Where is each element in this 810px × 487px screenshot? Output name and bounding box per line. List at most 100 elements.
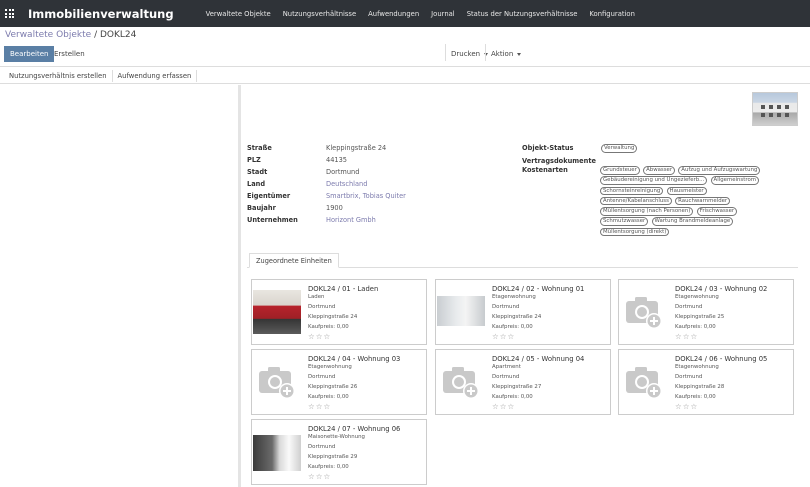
unit-title: DOKL24 / 03 - Wohnung 02 [675,285,768,293]
edit-button[interactable]: Bearbeiten [4,46,55,62]
unit-price: Kaufpreis: 0,00 [492,324,533,330]
cost-tag[interactable]: Schmutzwasser [600,217,649,226]
country-link[interactable]: Deutschland [326,180,367,188]
menu-item-journal[interactable]: Journal [425,10,461,18]
toolbar-divider [485,44,486,61]
priority-stars[interactable]: ☆☆☆ [675,332,793,341]
unit-city: Dortmund [308,304,336,310]
unit-type: Maisonette-Wohnung [308,434,365,440]
breadcrumb-separator: / [94,30,98,40]
unit-card[interactable]: DOKL24 / 01 - Laden Laden Dortmund Klepping… [251,279,427,345]
unit-thumbnail [253,435,301,471]
unit-price: Kaufpreis: 0,00 [308,464,349,470]
breadcrumb-parent-link[interactable]: Verwaltete Objekte [5,30,91,40]
unit-type: Etagenwohnung [675,364,719,370]
zip-label: PLZ [247,156,261,164]
cost-tag[interactable]: Müllentsorgung (nach Personen) [600,207,694,216]
unit-info: DOKL24 / 07 - Wohnung 06 Maisonette-Wohnu… [308,425,426,481]
street-label: Straße [247,144,272,152]
unit-street: Kleppingstraße 24 [492,314,542,320]
unit-type: Etagenwohnung [492,294,536,300]
city-value: Dortmund [326,168,360,176]
cost-tag[interactable]: Hausmeister [666,186,707,196]
menu-item-nutzungsverhaeltnisse[interactable]: Nutzungsverhältnisse [277,10,362,18]
camera-placeholder-icon [257,361,297,401]
control-panel: Verwaltete Objekte / DOKL24 Bearbeiten E… [0,27,810,67]
cost-types-label: Kostenarten [522,166,568,174]
unit-card[interactable]: DOKL24 / 03 - Wohnung 02 Etagenwohnung Dor… [618,279,794,345]
country-label: Land [247,180,266,188]
unit-street: Kleppingstraße 27 [492,384,542,390]
object-image[interactable] [752,92,798,126]
record-expense-button[interactable]: Aufwendung erfassen [113,69,198,82]
print-dropdown-label: Drucken [451,50,481,58]
unit-card[interactable]: DOKL24 / 04 - Wohnung 03 Etagenwohnung Dor… [251,349,427,415]
apps-menu-icon[interactable] [5,9,14,18]
owner-link[interactable]: Smartbrix, Tobias Quiter [326,192,406,200]
top-navbar: Immobilienverwaltung Verwaltete Objekte … [0,0,810,27]
unit-price: Kaufpreis: 0,00 [308,394,349,400]
breadcrumb: Verwaltete Objekte / DOKL24 [5,30,136,40]
menu-item-status[interactable]: Status der Nutzungsverhältnisse [461,10,584,18]
unit-card[interactable]: DOKL24 / 05 - Wohnung 04 Apartment Dortmun… [435,349,611,415]
unit-info: DOKL24 / 04 - Wohnung 03 Etagenwohnung Dor… [308,355,426,411]
priority-stars[interactable]: ☆☆☆ [308,332,426,341]
unit-city: Dortmund [675,304,703,310]
cost-tag[interactable]: Antenne/Kabelanschluss [600,196,672,206]
cost-tag[interactable]: Gebäudereinigung und Ungezieferb... [600,176,708,185]
cost-tag[interactable]: Abwasser [643,166,676,175]
unit-info: DOKL24 / 02 - Wohnung 01 Etagenwohnung Dor… [492,285,610,341]
priority-stars[interactable]: ☆☆☆ [492,402,610,411]
cost-tag[interactable]: Schornsteinreinigung [600,186,664,196]
priority-stars[interactable]: ☆☆☆ [675,402,793,411]
priority-stars[interactable]: ☆☆☆ [308,472,426,481]
action-dropdown[interactable]: Aktion [487,46,525,62]
menu-item-aufwendungen[interactable]: Aufwendungen [362,10,425,18]
unit-card[interactable]: DOKL24 / 06 - Wohnung 05 Etagenwohnung Dor… [618,349,794,415]
unit-title: DOKL24 / 02 - Wohnung 01 [492,285,585,293]
create-contract-button[interactable]: Nutzungsverhältnis erstellen [0,69,113,82]
unit-street: Kleppingstraße 25 [675,314,725,320]
unit-price: Kaufpreis: 0,00 [675,394,716,400]
unit-info: DOKL24 / 01 - Laden Laden Dortmund Klepping… [308,285,426,341]
cost-tag[interactable]: Müllentsorgung (direkt) [600,227,670,237]
object-status-tag[interactable]: Verwaltung [601,144,638,153]
cost-tag[interactable]: Grundsteuer [600,166,640,175]
cost-types-tags: Grundsteuer Abwasser Aufzug und Aufzugsw… [600,166,765,238]
unit-title: DOKL24 / 06 - Wohnung 05 [675,355,768,363]
camera-placeholder-icon [624,361,664,401]
unit-title: DOKL24 / 01 - Laden [308,285,379,293]
unit-info: DOKL24 / 05 - Wohnung 04 Apartment Dortmun… [492,355,610,411]
unit-type: Etagenwohnung [675,294,719,300]
unit-city: Dortmund [492,304,520,310]
object-status-label: Objekt-Status [522,144,574,152]
action-dropdown-label: Aktion [491,50,514,58]
unit-info: DOKL24 / 03 - Wohnung 02 Etagenwohnung Dor… [675,285,793,341]
unit-type: Laden [308,294,325,300]
cost-tag[interactable]: Rauchwarnmelder [675,196,731,206]
unit-title: DOKL24 / 07 - Wohnung 06 [308,425,401,433]
unit-info: DOKL24 / 06 - Wohnung 05 Etagenwohnung Dor… [675,355,793,411]
priority-stars[interactable]: ☆☆☆ [308,402,426,411]
cost-tag[interactable]: Allgemeinstrom [710,176,760,185]
unit-city: Dortmund [675,374,703,380]
breadcrumb-current: DOKL24 [99,30,137,40]
create-button[interactable]: Erstellen [48,46,91,62]
year-label: Baujahr [247,204,276,212]
unit-card[interactable]: DOKL24 / 07 - Wohnung 06 Maisonette-Wohnu… [251,419,427,485]
unit-title: DOKL24 / 04 - Wohnung 03 [308,355,401,363]
cost-tag[interactable]: Wartung Brandmeldeanlage [651,217,734,226]
priority-stars[interactable]: ☆☆☆ [492,332,610,341]
unit-card[interactable]: DOKL24 / 02 - Wohnung 01 Etagenwohnung Dor… [435,279,611,345]
cost-tag[interactable]: Aufzug und Aufzugswartung [678,166,761,175]
city-label: Stadt [247,168,268,176]
unit-city: Dortmund [308,444,336,450]
tab-assigned-units[interactable]: Zugeordnete Einheiten [249,253,339,268]
cost-tag[interactable]: Frischwasser [696,207,738,216]
menu-item-verwaltete-objekte[interactable]: Verwaltete Objekte [200,10,277,18]
camera-placeholder-icon [441,361,481,401]
left-blank-area [0,85,238,487]
company-link[interactable]: Horizont Gmbh [326,216,376,224]
form-statusbar: Nutzungsverhältnis erstellen Aufwendung … [0,68,810,84]
menu-item-konfiguration[interactable]: Konfiguration [583,10,640,18]
